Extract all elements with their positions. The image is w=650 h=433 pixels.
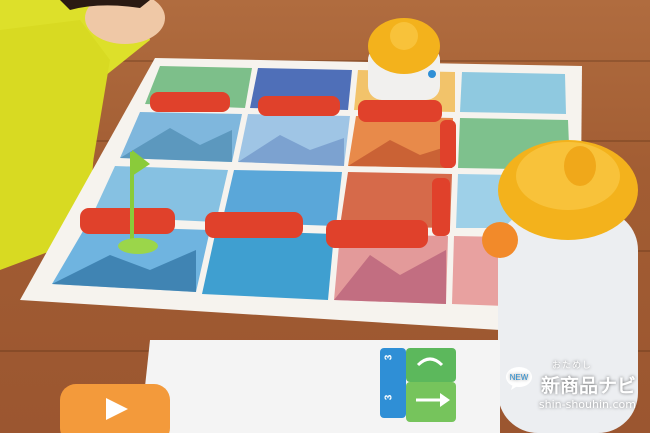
robot-small — [368, 18, 440, 100]
watermark-main-text: 新商品ナビ — [540, 375, 636, 397]
card-digit-bottom: 3 — [383, 394, 395, 401]
watermark-url: shin-shouhin.com — [538, 398, 636, 411]
site-watermark: NEW おためし 新商品ナビ shin-shouhin.com — [505, 358, 636, 411]
watermark-small-text: おためし — [551, 360, 592, 370]
svg-text:NEW: NEW — [510, 373, 529, 382]
card-digit-top: 3 — [383, 354, 395, 361]
photo-scene: 3 3 NEW おためし 新商品ナビ shin-shouhin.com — [0, 0, 650, 433]
command-console — [60, 340, 500, 433]
speech-bubble-icon: NEW — [505, 367, 532, 390]
